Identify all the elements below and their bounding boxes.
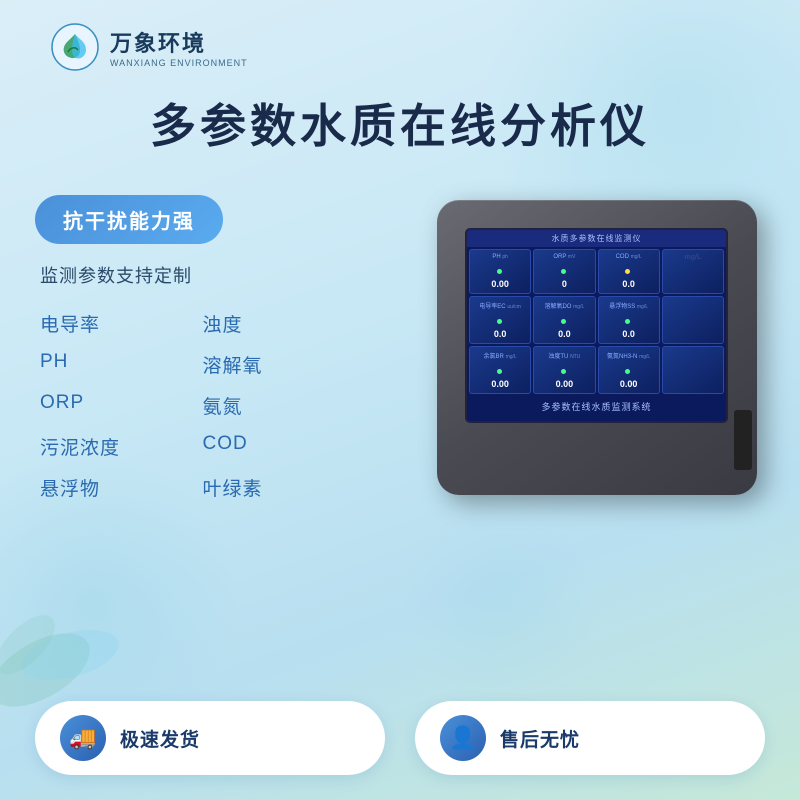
brand-logo-icon — [50, 22, 100, 72]
screen-title: 水质多参数在线监测仪 — [467, 230, 726, 247]
badge-delivery-text: 极速发货 — [120, 725, 200, 752]
cell-tu: 浊度TU NTU 0.00 — [533, 346, 595, 394]
feature-item-0: 电导率 — [40, 310, 183, 337]
badge-service: 👤 售后无忧 — [415, 701, 765, 775]
subtitle-text: 监测参数支持定制 — [35, 262, 345, 288]
cell-empty3 — [662, 346, 724, 394]
delivery-icon: 🚚 — [60, 715, 106, 761]
highlight-tag: 抗干扰能力强 — [35, 195, 223, 244]
cell-nh3: 氨氮NH3-N mg/L 0.00 — [598, 346, 660, 394]
feature-item-8: 悬浮物 — [40, 474, 183, 501]
feature-item-9: 叶绿素 — [203, 474, 346, 501]
feature-item-2: PH — [40, 351, 183, 378]
cell-empty1: mg/L — [662, 249, 724, 294]
device-area: 水质多参数在线监测仪 PH ph 0.00 ORP mV 0 COD mg/L … — [422, 180, 772, 540]
device-cable — [734, 410, 752, 470]
feature-item-6: 污泥浓度 — [40, 433, 183, 460]
brand-name-en: WANXIANG ENVIRONMENT — [110, 58, 248, 68]
cell-do: 溶解氧DO mg/L 0.0 — [533, 296, 595, 344]
cell-br: 余氯BR mg/L 0.00 — [469, 346, 531, 394]
device-screen: 水质多参数在线监测仪 PH ph 0.00 ORP mV 0 COD mg/L … — [465, 228, 728, 423]
features-panel: 抗干扰能力强 监测参数支持定制 电导率 浊度 PH 溶解氧 ORP 氨氮 污泥浓… — [35, 195, 345, 501]
cell-ph: PH ph 0.00 — [469, 249, 531, 294]
badge-service-text: 售后无忧 — [500, 725, 580, 752]
feature-item-7: COD — [203, 433, 346, 460]
feature-item-4: ORP — [40, 392, 183, 419]
features-grid: 电导率 浊度 PH 溶解氧 ORP 氨氮 污泥浓度 COD 悬浮物 叶绿素 — [35, 310, 345, 501]
cell-ec: 电导率EC uu/cm 0.0 — [469, 296, 531, 344]
device-body: 水质多参数在线监测仪 PH ph 0.00 ORP mV 0 COD mg/L … — [437, 200, 757, 495]
feature-item-3: 溶解氧 — [203, 351, 346, 378]
brand-name-cn: 万象环境 — [110, 26, 248, 58]
cell-empty2 — [662, 296, 724, 344]
service-icon: 👤 — [440, 715, 486, 761]
screen-bottom-label: 多参数在线水质监测系统 — [467, 400, 726, 413]
brand-name-block: 万象环境 WANXIANG ENVIRONMENT — [110, 26, 248, 68]
feature-item-1: 浊度 — [203, 310, 346, 337]
screen-grid: PH ph 0.00 ORP mV 0 COD mg/L 0.0 mg/L — [467, 247, 726, 396]
cell-ss: 悬浮物SS mg/L 0.0 — [598, 296, 660, 344]
leaf-decoration — [0, 590, 140, 720]
feature-item-5: 氨氮 — [203, 392, 346, 419]
cell-cod: COD mg/L 0.0 — [598, 249, 660, 294]
main-title: 多参数水质在线分析仪 — [0, 90, 800, 156]
bottom-bar: 🚚 极速发货 👤 售后无忧 — [35, 701, 765, 775]
logo-area: 万象环境 WANXIANG ENVIRONMENT — [50, 22, 248, 72]
cell-orp: ORP mV 0 — [533, 249, 595, 294]
